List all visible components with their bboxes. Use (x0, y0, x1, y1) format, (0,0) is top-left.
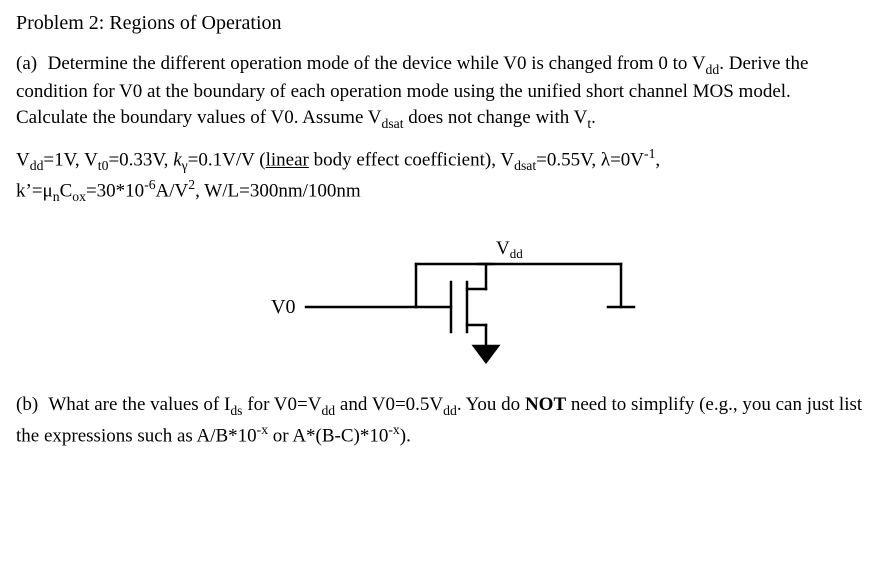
part-a-seg4: . (591, 107, 596, 128)
circuit-figure: V0 Vdd (16, 234, 865, 364)
exp-x-1: -x (257, 422, 268, 437)
vdd-val: =1V, (43, 150, 84, 171)
wl-val: , W/L=300nm/100nm (195, 180, 361, 201)
problem-title: Problem 2: Regions of Operation (16, 10, 865, 37)
vdd-sym: V (16, 150, 30, 171)
lambda-sup: -1 (644, 146, 655, 161)
sub-dd-1: dd (706, 62, 720, 77)
label-v0: V0 (271, 296, 295, 318)
kprime-subox: ox (72, 189, 86, 204)
sub-dd-3: dd (443, 403, 457, 418)
pb-seg7: ). (400, 425, 411, 446)
pb-seg6: or A*(B-C)*10 (268, 425, 388, 446)
pb-seg1: What are the values of I (48, 394, 230, 415)
kg-val: =0.1V/V ( (188, 150, 266, 171)
sub-dsat-1: dsat (382, 116, 404, 131)
part-b-text: (b) What are the values of Ids for V0=Vd… (16, 392, 865, 448)
part-b-label: (b) (16, 394, 38, 415)
vdd-sub: dd (30, 158, 44, 173)
parameters-line: Vdd=1V, Vt0=0.33V, kγ=0.1V/V (linear bod… (16, 145, 865, 206)
vt0-val: =0.33V, (108, 150, 173, 171)
linear-word: linear (266, 150, 309, 171)
vt0-sym: V (84, 150, 98, 171)
part-a-text: (a) Determine the different operation mo… (16, 51, 865, 133)
kprime-val: =30*10 (86, 180, 144, 201)
kg-sym: k (173, 150, 181, 171)
kprime-unit: A/V (156, 180, 189, 201)
pb-seg2: for V0=V (243, 394, 322, 415)
sub-dd-2: dd (321, 403, 335, 418)
kg-after: body effect coefficient), (309, 150, 501, 171)
vdsat-val: =0.55V, λ=0V (536, 150, 644, 171)
part-a-label: (a) (16, 53, 37, 74)
vt0-sub: t0 (98, 158, 109, 173)
exp-x-2: -x (388, 422, 399, 437)
kprime-sym: k’=μ (16, 180, 53, 201)
ids-sub: ds (230, 403, 242, 418)
pb-seg3: and V0=0.5V (335, 394, 443, 415)
kprime-c: C (60, 180, 73, 201)
lambda-after: , (655, 150, 660, 171)
part-a-seg1: Determine the different operation mode o… (48, 53, 706, 74)
vdsat-sub: dsat (514, 158, 536, 173)
label-vdd: Vdd (496, 238, 523, 261)
kprime-sup: -6 (144, 177, 155, 192)
not-word: NOT (525, 394, 566, 415)
vdsat-sym: V (500, 150, 514, 171)
pb-seg4: . You do (457, 394, 525, 415)
circuit-svg: V0 Vdd (211, 234, 671, 364)
kprime-subn: n (53, 189, 60, 204)
part-a-seg3: does not change with V (404, 107, 588, 128)
